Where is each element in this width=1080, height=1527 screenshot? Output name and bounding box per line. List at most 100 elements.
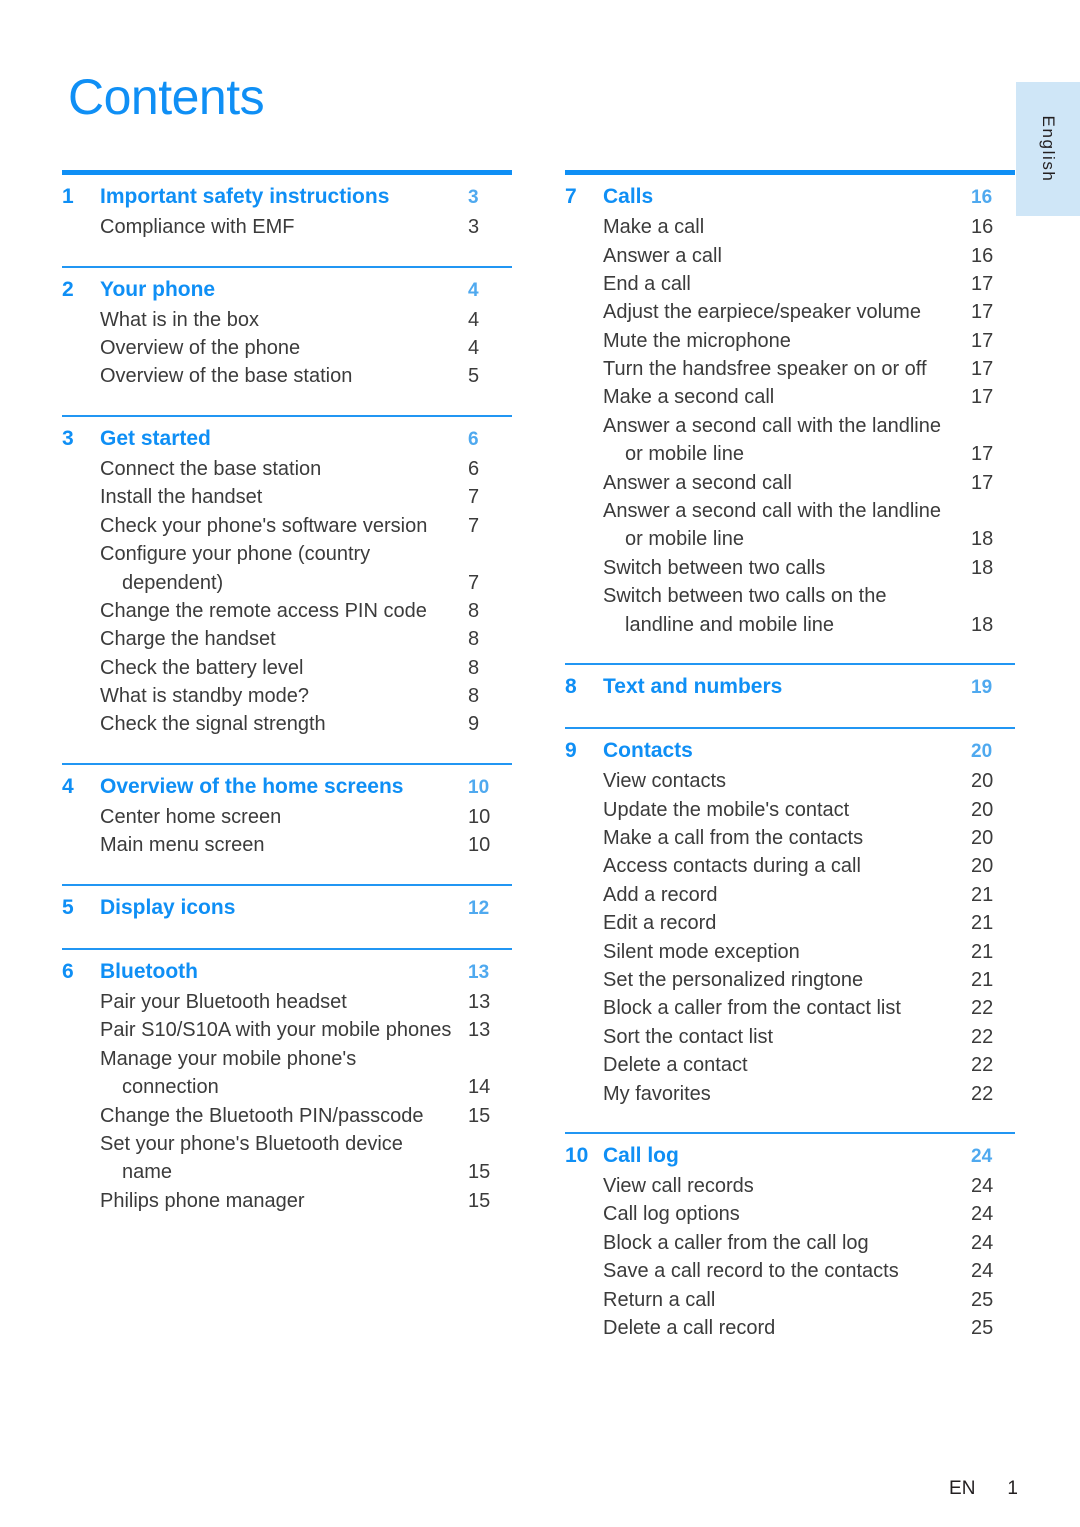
chapter-title: Bluetooth: [100, 959, 198, 983]
chapter-title: Your phone: [100, 277, 216, 301]
toc-entry-row[interactable]: What is in the box 4: [62, 306, 512, 334]
toc-entry-row[interactable]: Call log options 24: [565, 1200, 1015, 1228]
entry-number-spacer: [565, 1023, 603, 1051]
entry-page-number: 13: [468, 991, 491, 1013]
toc-entry-row[interactable]: Pair S10/S10A with your mobile phones 13: [62, 1016, 512, 1044]
entry-number-spacer: [62, 483, 100, 511]
toc-entry-row[interactable]: Switch between two calls on the landline …: [565, 582, 1015, 639]
toc-chapter-row[interactable]: 2 Your phone 4: [62, 276, 512, 304]
toc-section: 8 Text and numbers 19: [565, 662, 1015, 701]
toc-entry-row[interactable]: Check the signal strength 9: [62, 710, 512, 738]
entry-page-number: 7: [468, 571, 480, 594]
toc-entry-row[interactable]: Add a record 21: [565, 881, 1015, 909]
toc-chapter-row[interactable]: 4 Overview of the home screens 10: [62, 773, 512, 801]
toc-entry-row[interactable]: Compliance with EMF 3: [62, 213, 512, 241]
toc-entry-row[interactable]: Delete a call record 25: [565, 1314, 1015, 1342]
entry-page-number: 21: [971, 968, 994, 991]
toc-entry-row[interactable]: Make a call from the contacts 20: [565, 824, 1015, 852]
toc-entry-row[interactable]: Main menu screen 10: [62, 831, 512, 859]
entry-page-number: 17: [971, 386, 994, 409]
toc-chapter-row[interactable]: 6 Bluetooth 13: [62, 958, 512, 986]
entry-label: Make a call: [603, 216, 705, 239]
toc-section: 5 Display icons 12: [62, 883, 512, 922]
toc-entry-row[interactable]: Charge the handset 8: [62, 625, 512, 653]
toc-entry-row[interactable]: Change the remote access PIN code 8: [62, 597, 512, 625]
toc-entry-row[interactable]: Make a second call 17: [565, 383, 1015, 411]
toc-chapter-row[interactable]: 5 Display icons 12: [62, 894, 512, 922]
entry-number-spacer: [565, 938, 603, 966]
toc-chapter-row[interactable]: 8 Text and numbers 19: [565, 673, 1015, 701]
chapter-page-number: 13: [468, 961, 490, 983]
toc-entry-row[interactable]: Set the personalized ringtone 21: [565, 966, 1015, 994]
toc-entry-row[interactable]: Silent mode exception 21: [565, 938, 1015, 966]
chapter-number: 1: [62, 185, 74, 208]
toc-chapter-row[interactable]: 7 Calls 16: [565, 183, 1015, 211]
toc-chapter-row[interactable]: 9 Contacts 20: [565, 737, 1015, 765]
toc-entry-row[interactable]: Connect the base station 6: [62, 455, 512, 483]
entry-label: View call records: [603, 1175, 754, 1198]
entry-number-spacer: [565, 909, 603, 937]
entry-label-continuation: or mobile line: [625, 443, 744, 466]
entry-label: Make a second call: [603, 386, 775, 409]
toc-section: 6 Bluetooth 13 Pair your Bluetooth headset…: [62, 947, 512, 1215]
language-tab-label: English: [1039, 115, 1058, 183]
toc-entry-row[interactable]: Update the mobile's contact 20: [565, 796, 1015, 824]
toc-entry-row[interactable]: Make a call 16: [565, 213, 1015, 241]
entry-page-number: 18: [971, 613, 994, 636]
section-rule: [565, 662, 1015, 665]
entry-number-spacer: [565, 383, 603, 411]
toc-entry-row[interactable]: Philips phone manager 15: [62, 1187, 512, 1215]
entry-page-number: 22: [971, 1025, 994, 1048]
entry-label: Check your phone's software version: [100, 514, 428, 537]
toc-entry-row[interactable]: Return a call 25: [565, 1286, 1015, 1314]
toc-entry-row[interactable]: Answer a second call with the landline or…: [565, 497, 1015, 554]
toc-entry-row[interactable]: Access contacts during a call 20: [565, 852, 1015, 880]
entry-label: Mute the microphone: [603, 329, 791, 352]
entry-page-number: 17: [971, 443, 994, 466]
entry-page-number: 24: [971, 1231, 994, 1254]
entry-label: Center home screen: [100, 805, 282, 828]
entry-page-number: 21: [971, 883, 994, 906]
entry-page-number: 24: [971, 1203, 994, 1226]
toc-entry-row[interactable]: Turn the handsfree speaker on or off 17: [565, 355, 1015, 383]
entry-label: Sort the contact list: [603, 1025, 774, 1048]
toc-entry-row[interactable]: Delete a contact 22: [565, 1051, 1015, 1079]
toc-entry-row[interactable]: Answer a call 16: [565, 242, 1015, 270]
toc-entry-row[interactable]: Answer a second call with the landline or…: [565, 412, 1015, 469]
toc-entry-row[interactable]: Answer a second call 17: [565, 469, 1015, 497]
toc-chapter-row[interactable]: 3 Get started 6: [62, 425, 512, 453]
toc-entry-row[interactable]: Configure your phone (country dependent) 7: [62, 540, 512, 597]
toc-entry-row[interactable]: Block a caller from the contact list 22: [565, 994, 1015, 1022]
entry-page-number: 21: [971, 940, 994, 963]
toc-entry-row[interactable]: Edit a record 21: [565, 909, 1015, 937]
entry-page-number: 20: [971, 798, 994, 821]
entry-page-number: 17: [971, 272, 994, 295]
toc-entry-row[interactable]: Set your phone's Bluetooth device name 15: [62, 1130, 512, 1187]
toc-entry-row[interactable]: Overview of the phone 4: [62, 334, 512, 362]
entry-page-number: 13: [468, 1019, 491, 1042]
toc-entry-row[interactable]: Center home screen 10: [62, 803, 512, 831]
toc-entry-row[interactable]: Pair your Bluetooth headset 13: [62, 988, 512, 1016]
toc-entry-row[interactable]: Mute the microphone 17: [565, 327, 1015, 355]
toc-entry-row[interactable]: Install the handset 7: [62, 483, 512, 511]
toc-entry-row[interactable]: Check the battery level 8: [62, 654, 512, 682]
entry-page-number: 20: [971, 855, 994, 878]
toc-entry-row[interactable]: My favorites 22: [565, 1080, 1015, 1108]
toc-section: 10 Call log 24 View call records 24 Call lo…: [565, 1131, 1015, 1342]
toc-entry-row[interactable]: View call records 24: [565, 1172, 1015, 1200]
toc-entry-row[interactable]: Change the Bluetooth PIN/passcode 15: [62, 1102, 512, 1130]
toc-entry-row[interactable]: Overview of the base station 5: [62, 362, 512, 390]
toc-chapter-row[interactable]: 10 Call log 24: [565, 1142, 1015, 1170]
toc-chapter-row[interactable]: 1 Important safety instructions 3: [62, 183, 512, 211]
entry-label: View contacts: [603, 770, 727, 793]
toc-entry-row[interactable]: Check your phone's software version 7: [62, 512, 512, 540]
toc-entry-row[interactable]: Sort the contact list 22: [565, 1023, 1015, 1051]
toc-entry-row[interactable]: Save a call record to the contacts 24: [565, 1257, 1015, 1285]
toc-entry-row[interactable]: What is standby mode? 8: [62, 682, 512, 710]
toc-entry-row[interactable]: End a call 17: [565, 270, 1015, 298]
toc-entry-row[interactable]: Adjust the earpiece/speaker volume 17: [565, 298, 1015, 326]
toc-entry-row[interactable]: Switch between two calls 18: [565, 554, 1015, 582]
toc-entry-row[interactable]: Block a caller from the call log 24: [565, 1229, 1015, 1257]
toc-entry-row[interactable]: Manage your mobile phone's connection 14: [62, 1045, 512, 1102]
toc-entry-row[interactable]: View contacts 20: [565, 767, 1015, 795]
